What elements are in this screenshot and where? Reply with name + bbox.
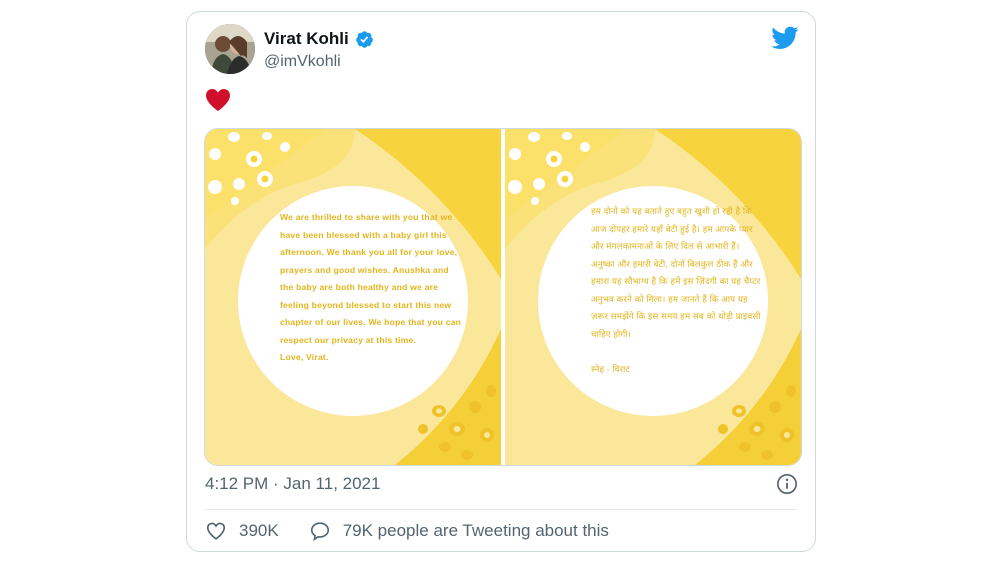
heart-outline-icon bbox=[206, 522, 226, 540]
author-name[interactable]: Virat Kohli bbox=[264, 29, 349, 49]
note-line bbox=[591, 343, 779, 361]
note-line: अनुष्का और हमारी बेटी, दोनों बिलकुल ठीक … bbox=[591, 258, 754, 269]
media-image-english[interactable]: We are thrilled to share with you that w… bbox=[205, 129, 501, 465]
like-count: 390K bbox=[239, 521, 279, 540]
info-icon[interactable] bbox=[776, 473, 798, 495]
avatar-photo bbox=[205, 24, 255, 74]
note-line: have been blessed with a baby girl this bbox=[280, 229, 447, 240]
tweet-card[interactable]: Virat Kohli @imVkohli We are thrilled to… bbox=[186, 11, 816, 552]
note-line: ज़रूर समझेंगे कि इस समय हम सब को थोड़ी प… bbox=[591, 311, 761, 321]
divider bbox=[205, 509, 797, 510]
author-handle[interactable]: @imVkohli bbox=[264, 53, 341, 71]
note-line: अनुभव करने को मिला। हम जानते हैं कि आप य… bbox=[591, 293, 748, 304]
heart-emoji-icon bbox=[206, 89, 230, 111]
hindi-note-text: हम दोनों को यह बताते हुए बहुत खुशी हो रह… bbox=[591, 203, 779, 378]
note-signature: Love, Virat. bbox=[280, 352, 329, 362]
tweeting-about-text: 79K people are Tweeting about this bbox=[342, 521, 609, 540]
note-line: chapter of our lives. We hope that you c… bbox=[280, 317, 462, 327]
author-name-row[interactable]: Virat Kohli bbox=[264, 29, 374, 49]
english-note-text: We are thrilled to share with you that w… bbox=[280, 209, 480, 367]
media-image-hindi[interactable]: हम दोनों को यह बताते हुए बहुत खुशी हो रह… bbox=[505, 129, 801, 465]
note-line: हमारा यह सौभाग्य है कि हमें इस ज़िंदगी क… bbox=[591, 276, 761, 286]
tweet-media[interactable]: We are thrilled to share with you that w… bbox=[204, 128, 802, 466]
note-line: आज दोपहर हमारे यहाँ बेटी हुई है। हम आपके… bbox=[591, 223, 753, 234]
tweeting-about-link[interactable]: 79K people are Tweeting about this bbox=[309, 520, 609, 542]
note-signature: स्नेह - विराट bbox=[591, 363, 631, 374]
twitter-bird-icon[interactable] bbox=[771, 26, 799, 50]
note-line: चाहिए होगी। bbox=[591, 328, 632, 339]
speech-bubble-icon bbox=[310, 522, 329, 541]
tweet-timestamp[interactable]: 4:12 PM · Jan 11, 2021 bbox=[205, 474, 380, 494]
author-avatar[interactable] bbox=[205, 24, 255, 74]
note-line: feeling beyond blessed to start this new bbox=[280, 299, 452, 310]
note-line: afternoon. We thank you all for your lov… bbox=[280, 247, 458, 257]
note-line: और मंगलकामनाओं के लिए दिल से आभारी हैं। bbox=[591, 241, 740, 251]
tweet-actions: 390K 79K people are Tweeting about this bbox=[205, 520, 609, 542]
note-line: respect our privacy at this time. bbox=[280, 334, 417, 345]
note-line: We are thrilled to share with you that w… bbox=[280, 212, 453, 222]
note-line: हम दोनों को यह बताते हुए बहुत खुशी हो रह… bbox=[591, 206, 752, 216]
note-line: prayers and good wishes. Anushka and bbox=[280, 264, 449, 275]
like-button[interactable]: 390K bbox=[205, 520, 279, 542]
note-line: the baby are both healthy and we are bbox=[280, 282, 439, 292]
verified-badge-icon bbox=[355, 30, 373, 48]
